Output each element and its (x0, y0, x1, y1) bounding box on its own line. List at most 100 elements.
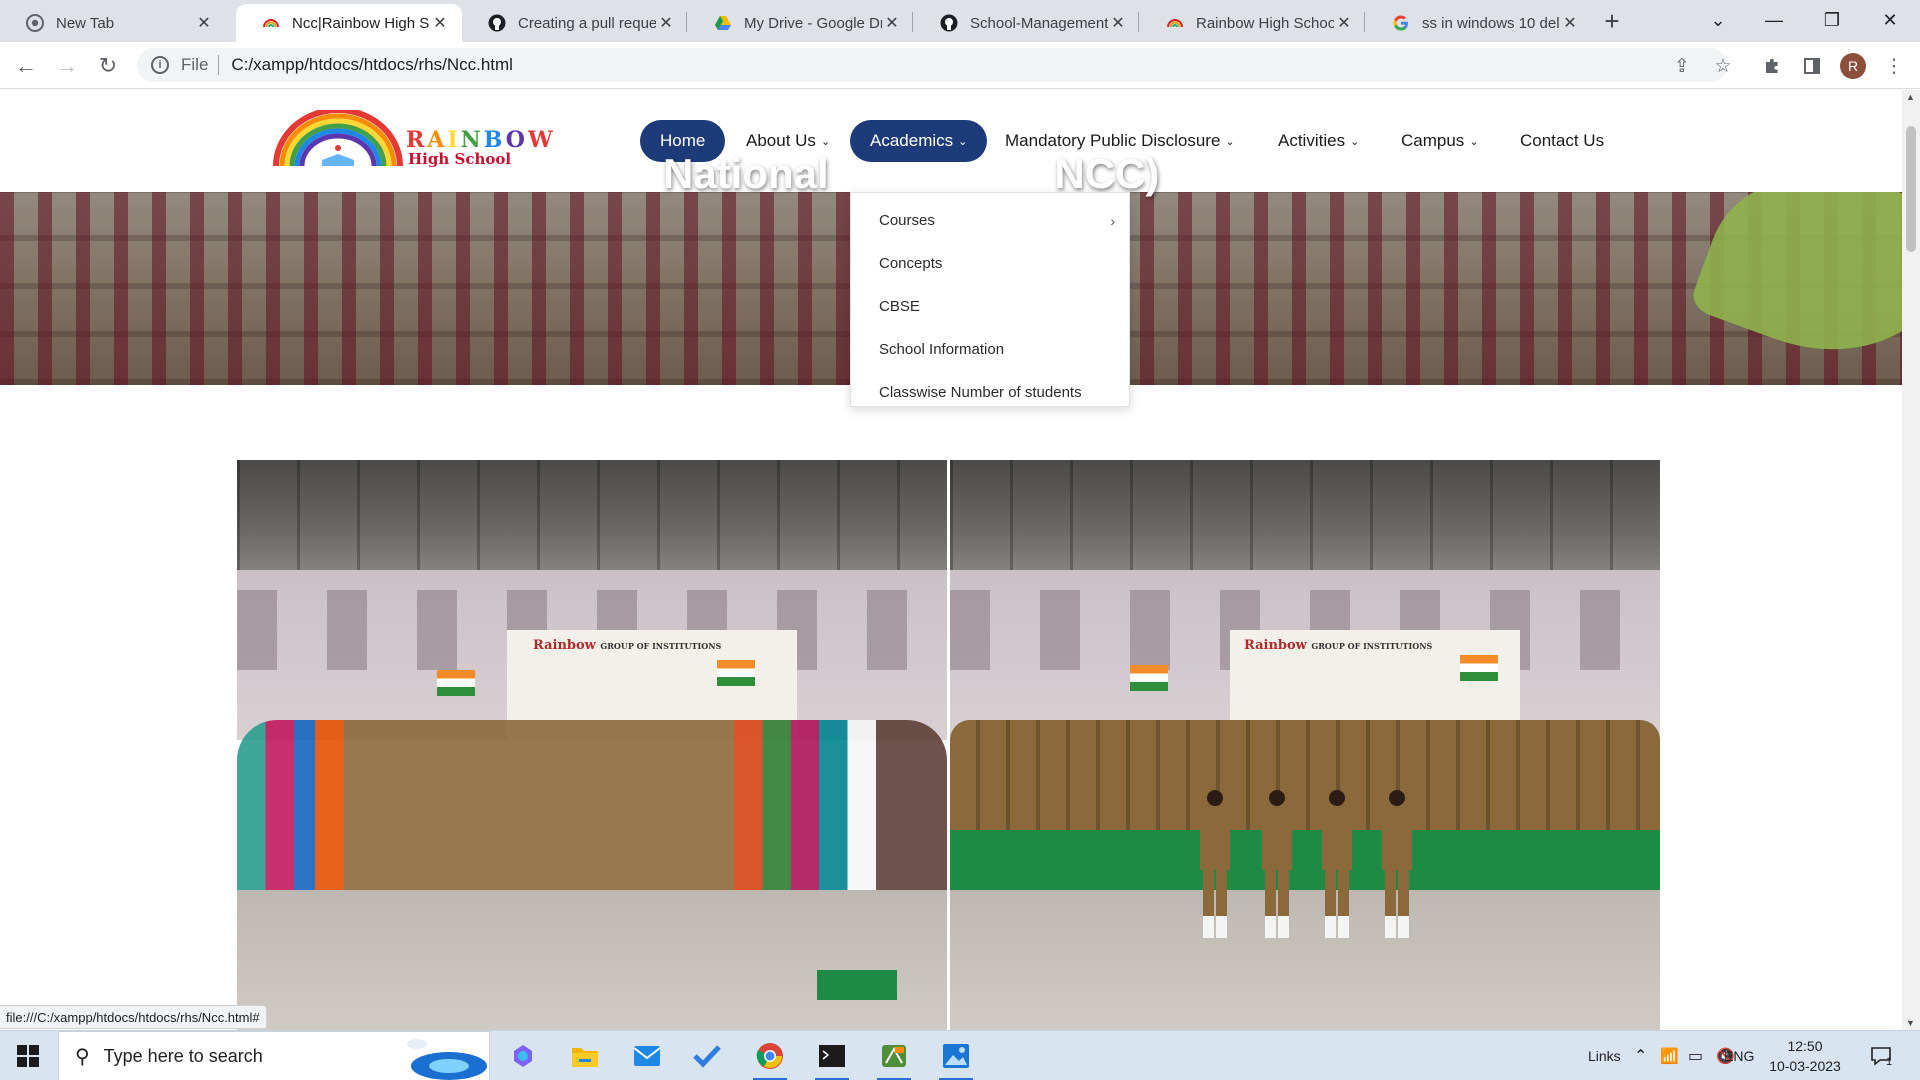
mail-icon[interactable] (620, 1031, 674, 1080)
notification-count: 1 (1886, 1056, 1893, 1068)
taskbar-search-box[interactable]: ⚲ Type here to search (58, 1031, 490, 1080)
extensions-puzzle-icon[interactable] (1758, 52, 1786, 80)
tab-separator (912, 12, 913, 32)
photo-cadet (1322, 790, 1352, 938)
battery-icon[interactable]: ▭ (1688, 1031, 1703, 1080)
tab-separator (1138, 12, 1139, 32)
scrollbar-thumb[interactable] (1906, 126, 1916, 252)
page-viewport: RAINBOW High School Home About Us ⌄ Acade… (0, 90, 1920, 1030)
share-icon[interactable]: ⇪ (1668, 52, 1696, 80)
side-panel-icon[interactable] (1798, 52, 1826, 80)
photo-cadet (1200, 790, 1230, 938)
photo-brand: Rainbow (533, 638, 596, 653)
search-icon: ⚲ (75, 1045, 90, 1068)
nav-activities[interactable]: Activities ⌄ (1278, 120, 1359, 162)
file-explorer-icon[interactable] (558, 1031, 612, 1080)
search-placeholder: Type here to search (103, 1045, 263, 1066)
chrome-icon (26, 14, 44, 32)
github-icon (940, 14, 958, 32)
india-flag-icon (437, 670, 475, 696)
back-icon[interactable]: ← (10, 50, 42, 82)
close-tab-icon[interactable]: ✕ (656, 13, 676, 33)
xampp-icon[interactable] (867, 1031, 921, 1080)
profile-avatar[interactable]: R (1840, 53, 1866, 79)
close-window-icon[interactable]: ✕ (1862, 0, 1918, 40)
copilot-icon[interactable] (496, 1031, 550, 1080)
photo-roof-beams (237, 460, 947, 580)
menu-item-courses[interactable]: Courses › (851, 199, 1129, 242)
tab-new-tab[interactable]: New Tab ✕ (0, 4, 226, 42)
menu-item-concepts[interactable]: Concepts (851, 242, 1129, 285)
url-text[interactable]: C:/xampp/htdocs/htdocs/rhs/Ncc.html (231, 55, 513, 75)
tab-search-chevron-icon[interactable]: ⌄ (1690, 0, 1746, 40)
bookmark-star-icon[interactable]: ☆ (1709, 52, 1737, 80)
tab-separator (1364, 12, 1365, 32)
photo-people (237, 720, 947, 900)
close-tab-icon[interactable]: ✕ (882, 13, 902, 33)
photo-brand-text: Rainbow GROUP OF INSTITUTIONS (1244, 638, 1432, 653)
photos-icon[interactable] (929, 1031, 983, 1080)
todo-icon[interactable] (680, 1031, 734, 1080)
page-scrollbar[interactable]: ▲ ▼ (1902, 90, 1920, 1030)
windows-start-icon[interactable] (16, 1044, 40, 1068)
menu-item-classwise-students[interactable]: Classwise Number of students (851, 371, 1129, 414)
nav-about-us-label: About Us (746, 131, 816, 150)
ncc-group-photo-1[interactable]: Rainbow GROUP OF INSTITUTIONS (237, 460, 947, 1030)
photo-mat (817, 970, 897, 1000)
tab-school-management[interactable]: School-Management ✕ (914, 4, 1140, 42)
photo-floor (237, 890, 947, 1030)
tab-title: School-Management (970, 14, 1108, 32)
info-icon[interactable]: i (151, 56, 169, 74)
nav-contact-us-label: Contact Us (1520, 131, 1605, 150)
photo-brand-sub: GROUP OF INSTITUTIONS (600, 641, 722, 651)
rainbow-icon (1166, 14, 1184, 32)
menu-item-school-information[interactable]: School Information (851, 328, 1129, 371)
minimize-icon[interactable]: — (1746, 0, 1802, 40)
new-tab-button[interactable]: + (1597, 6, 1627, 36)
wifi-icon[interactable]: 📶 (1660, 1031, 1679, 1080)
forward-icon[interactable]: → (51, 50, 83, 82)
nav-contact-us[interactable]: Contact Us (1520, 120, 1604, 162)
scroll-up-icon[interactable]: ▲ (1906, 92, 1915, 102)
weather-widget-icon[interactable] (389, 1036, 489, 1080)
close-tab-icon[interactable]: ✕ (1560, 13, 1580, 33)
notification-center-icon[interactable]: 1 (1870, 1031, 1892, 1080)
more-menu-icon[interactable]: ⋮ (1880, 52, 1908, 80)
menu-item-label: Classwise Number of students (879, 384, 1082, 401)
tray-chevron-icon[interactable]: ⌃ (1634, 1031, 1647, 1080)
chrome-taskbar-icon[interactable] (743, 1031, 797, 1080)
chevron-down-icon: ⌄ (1350, 135, 1360, 148)
close-tab-icon[interactable]: ✕ (1108, 13, 1128, 33)
restore-icon[interactable]: ❐ (1804, 0, 1860, 40)
address-bar[interactable]: i File C:/xampp/htdocs/htdocs/rhs/Ncc.ht… (137, 48, 1727, 82)
menu-item-label: CBSE (879, 298, 920, 315)
ncc-group-photo-2[interactable]: Rainbow GROUP OF INSTITUTIONS (950, 460, 1660, 1030)
chevron-down-icon: ⌄ (820, 135, 831, 148)
terminal-icon[interactable] (805, 1031, 859, 1080)
menu-item-cbse[interactable]: CBSE (851, 285, 1129, 328)
reload-icon[interactable]: ↻ (92, 50, 124, 82)
close-tab-icon[interactable]: ✕ (194, 13, 214, 33)
github-icon (488, 14, 506, 32)
language-indicator[interactable]: ENG (1724, 1031, 1754, 1080)
divider (218, 55, 220, 75)
scheme-label: File (181, 55, 209, 74)
tab-title: Rainbow High School (1196, 14, 1334, 32)
tab-rainbow-high-school[interactable]: Rainbow High School ✕ (1140, 4, 1366, 42)
chevron-down-icon: ⌄ (958, 135, 968, 148)
tab-my-drive[interactable]: My Drive - Google Dri ✕ (688, 4, 914, 42)
close-tab-icon[interactable]: ✕ (430, 13, 450, 33)
nav-campus[interactable]: Campus ⌄ (1401, 120, 1479, 162)
tab-google-search[interactable]: ss in windows 10 dell ✕ (1366, 4, 1592, 42)
scroll-down-icon[interactable]: ▼ (1906, 1018, 1915, 1028)
tab-ncc-rainbow[interactable]: Ncc|Rainbow High Sc ✕ (236, 4, 462, 42)
tab-pull-request[interactable]: Creating a pull reques ✕ (462, 4, 688, 42)
language-label: ENG (1724, 1048, 1755, 1064)
tab-title: Creating a pull reques (518, 14, 656, 32)
google-icon (1392, 14, 1410, 32)
taskbar-clock[interactable]: 12:50 10-03-2023 (1760, 1036, 1850, 1076)
close-tab-icon[interactable]: ✕ (1334, 13, 1354, 33)
chevron-right-icon: › (1110, 212, 1115, 229)
tray-links-toolbar[interactable]: Links (1588, 1031, 1621, 1080)
tab-title: ss in windows 10 dell (1422, 14, 1560, 32)
